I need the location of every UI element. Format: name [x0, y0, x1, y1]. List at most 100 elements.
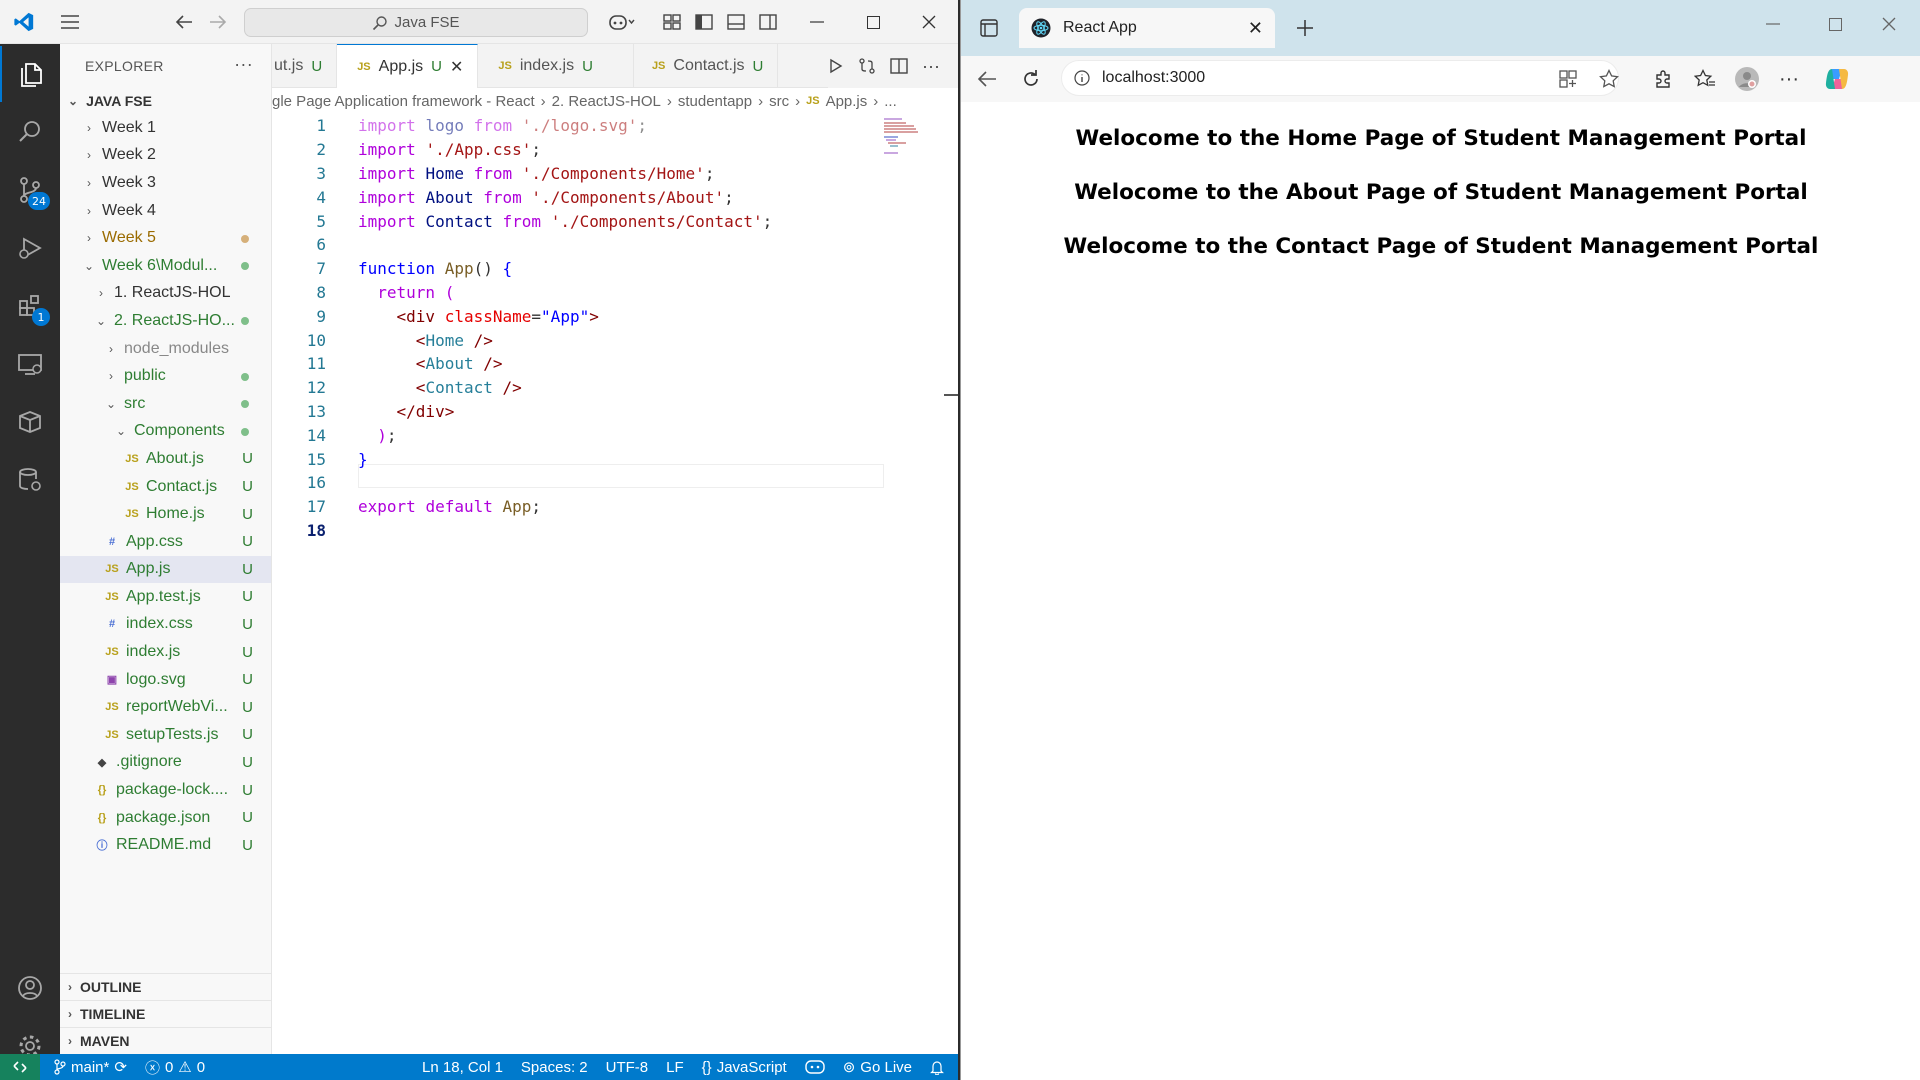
tree-item[interactable]: JS setupTests.js U [60, 721, 271, 749]
back-arrow-icon[interactable] [166, 0, 202, 44]
indentation-status[interactable]: Spaces: 2 [512, 1054, 597, 1080]
timeline-section[interactable]: › TIMELINE [60, 1000, 272, 1027]
tree-item[interactable]: › 1. ReactJS-HOL [60, 280, 271, 308]
tree-item[interactable]: # index.css U [60, 611, 271, 639]
tree-item[interactable]: {} package.json U [60, 804, 271, 832]
source-control-icon[interactable]: 24 [0, 162, 60, 218]
back-arrow-icon[interactable] [967, 56, 1007, 102]
package-icon[interactable] [0, 394, 60, 450]
tree-item[interactable]: › Week 2 [60, 142, 271, 170]
split-editor-icon[interactable] [890, 58, 908, 74]
tree-item[interactable]: # App.css U [60, 528, 271, 556]
tab-about-js[interactable]: ut.js U [272, 44, 338, 88]
browser-tab-react-app[interactable]: React App ✕ [1019, 8, 1275, 48]
remote-indicator-icon[interactable] [0, 1054, 40, 1080]
tree-item[interactable]: › node_modules [60, 335, 271, 363]
problems-status[interactable]: ⓧ 0 ⚠ 0 [136, 1054, 214, 1080]
run-debug-icon[interactable] [0, 220, 60, 276]
refresh-icon[interactable] [1011, 56, 1051, 102]
toggle-secondary-sidebar-icon[interactable] [752, 0, 784, 44]
maven-section[interactable]: › MAVEN [60, 1027, 272, 1054]
database-icon[interactable] [0, 452, 60, 508]
sync-icon[interactable]: ⟳ [114, 1058, 127, 1076]
minimize-icon[interactable] [792, 0, 842, 44]
language-mode[interactable]: {} JavaScript [693, 1054, 796, 1080]
run-icon[interactable] [828, 58, 844, 74]
tree-item[interactable]: › Week 1 [60, 114, 271, 142]
remote-explorer-icon[interactable] [0, 336, 60, 392]
search-icon[interactable] [0, 104, 60, 160]
open-changes-icon[interactable] [858, 57, 876, 75]
profile-avatar[interactable] [1727, 56, 1767, 102]
more-actions-icon[interactable]: ··· [922, 56, 940, 77]
workspace-section-header[interactable]: ⌄ JAVA FSE [60, 88, 271, 114]
tab-index-js[interactable]: JS index.js U [478, 44, 634, 88]
outline-section[interactable]: › OUTLINE [60, 973, 272, 1000]
extensions-puzzle-icon[interactable] [1643, 56, 1683, 102]
tree-item[interactable]: JS App.js U [60, 555, 271, 584]
close-icon[interactable] [904, 0, 954, 44]
more-actions-icon[interactable]: ··· [234, 54, 253, 75]
tab-app-js[interactable]: JS App.js U ✕ [337, 44, 479, 88]
minimize-icon[interactable] [1753, 4, 1793, 44]
code-editor[interactable]: 1 import logo from './logo.svg'; 2 import … [272, 114, 958, 542]
address-bar[interactable]: localhost:3000 [1061, 60, 1619, 96]
menu-icon[interactable] [52, 0, 88, 44]
tree-item[interactable]: JS index.js U [60, 638, 271, 666]
copilot-status-icon[interactable] [796, 1054, 834, 1080]
toggle-panel-icon[interactable] [720, 0, 752, 44]
cursor-position[interactable]: Ln 18, Col 1 [413, 1054, 512, 1080]
maven-label: MAVEN [80, 1033, 130, 1049]
tree-item[interactable]: {} package-lock.... U [60, 776, 271, 804]
encoding-status[interactable]: UTF-8 [597, 1054, 658, 1080]
toggle-sidebar-icon[interactable] [688, 0, 720, 44]
command-center-search[interactable]: Java FSE [244, 8, 588, 37]
tree-item[interactable]: ▣ logo.svg U [60, 666, 271, 694]
tree-item[interactable]: JS reportWebVi... U [60, 693, 271, 721]
layout-icon[interactable] [656, 0, 688, 44]
maximize-icon[interactable] [1815, 4, 1855, 44]
more-menu-icon[interactable]: ··· [1769, 56, 1809, 102]
tree-item[interactable]: JS Contact.js U [60, 473, 271, 501]
explorer-icon[interactable] [0, 46, 60, 102]
tree-item[interactable]: ⌄ src [60, 390, 271, 418]
tree-item[interactable]: › Week 3 [60, 169, 271, 197]
tab-close-icon[interactable]: ✕ [450, 57, 463, 77]
copilot-icon[interactable] [600, 0, 644, 44]
eol-status[interactable]: LF [657, 1054, 693, 1080]
tree-item[interactable]: ⌄ 2. ReactJS-HO... [60, 307, 271, 335]
tree-item[interactable]: JS About.js U [60, 445, 271, 473]
breadcrumb-item[interactable]: ... [884, 93, 897, 110]
tree-item[interactable]: JS App.test.js U [60, 583, 271, 611]
tree-item[interactable]: › public [60, 362, 271, 390]
breadcrumb-item[interactable]: App.js [826, 93, 868, 110]
tree-item[interactable]: ⌄ Week 6\Modul... [60, 252, 271, 280]
close-icon[interactable] [1869, 4, 1909, 44]
favorite-star-icon[interactable] [1589, 56, 1629, 102]
branch-status[interactable]: main* ⟳ [40, 1054, 136, 1080]
tree-item[interactable]: JS Home.js U [60, 500, 271, 528]
tree-item[interactable]: ⌄ Components [60, 418, 271, 446]
breadcrumb-item[interactable]: 2. ReactJS-HOL [552, 93, 661, 110]
forward-arrow-icon[interactable] [200, 0, 236, 44]
tab-close-icon[interactable]: ✕ [1248, 18, 1263, 39]
go-live-button[interactable]: ⊚ Go Live [834, 1054, 921, 1080]
favorites-icon[interactable] [1685, 56, 1725, 102]
breadcrumb-item[interactable]: studentapp [678, 93, 752, 110]
tab-actions-icon[interactable] [969, 8, 1009, 48]
copilot-icon[interactable] [1817, 56, 1857, 102]
new-tab-icon[interactable] [1285, 8, 1325, 48]
maximize-icon[interactable] [848, 0, 898, 44]
app-available-icon[interactable] [1548, 56, 1588, 102]
minimap[interactable] [884, 116, 928, 156]
breadcrumb-item[interactable]: gle Page Application framework - React [272, 93, 535, 110]
tree-item[interactable]: › Week 4 [60, 197, 271, 225]
tab-contact-js[interactable]: JS Contact.js U [634, 44, 779, 88]
extensions-icon[interactable]: 1 [0, 278, 60, 334]
tree-item[interactable]: ◆ .gitignore U [60, 749, 271, 777]
notifications-bell-icon[interactable] [921, 1054, 958, 1080]
account-icon[interactable] [0, 960, 60, 1016]
tree-item[interactable]: ⓘ README.md U [60, 831, 271, 859]
breadcrumb-item[interactable]: src [769, 93, 789, 110]
tree-item[interactable]: › Week 5 [60, 224, 271, 252]
